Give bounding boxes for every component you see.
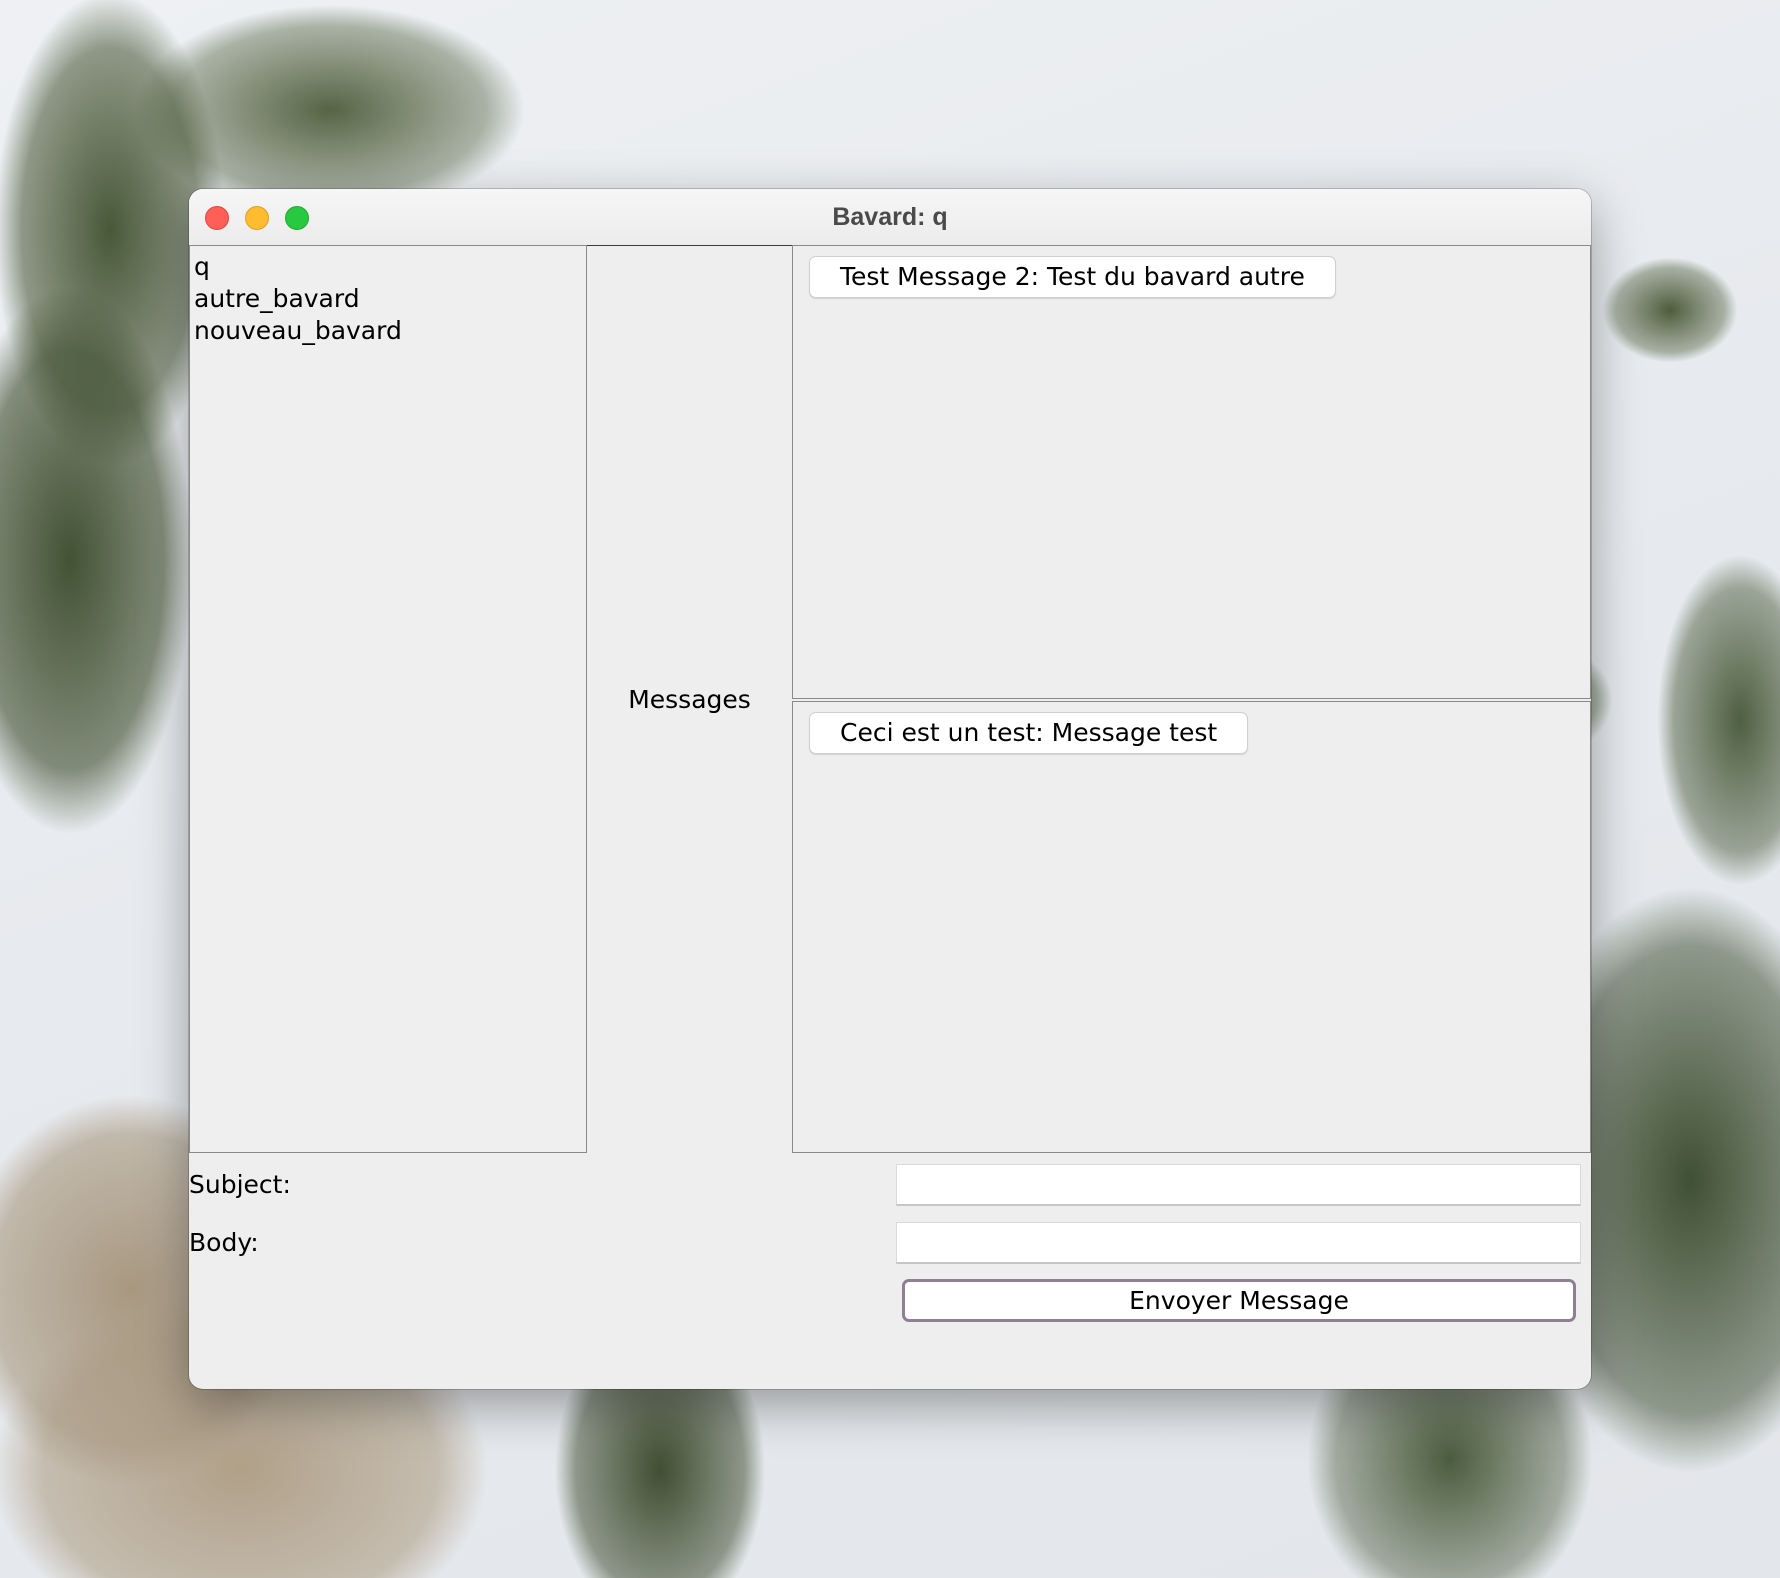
messages-label: Messages bbox=[628, 685, 751, 714]
user-list-item[interactable]: autre_bavard bbox=[194, 283, 582, 315]
window-title: Bavard: q bbox=[832, 203, 948, 231]
body-input[interactable] bbox=[896, 1222, 1581, 1264]
subject-input[interactable] bbox=[896, 1164, 1581, 1206]
message-item[interactable]: Ceci est un test: Message test bbox=[809, 712, 1249, 754]
message-panel: Ceci est un test: Message test bbox=[792, 701, 1591, 1153]
user-list: q autre_bavard nouveau_bavard bbox=[189, 245, 587, 1153]
user-list-item[interactable]: q bbox=[194, 251, 582, 283]
send-message-button[interactable]: Envoyer Message bbox=[902, 1279, 1576, 1322]
title-bar: Bavard: q bbox=[189, 189, 1591, 246]
message-item[interactable]: Test Message 2: Test du bavard autre bbox=[809, 256, 1336, 298]
subject-label: Subject: bbox=[189, 1170, 291, 1199]
body-label: Body: bbox=[189, 1228, 259, 1257]
user-list-item[interactable]: nouveau_bavard bbox=[194, 315, 582, 347]
message-panel: Test Message 2: Test du bavard autre bbox=[792, 245, 1591, 699]
app-window: Bavard: q q autre_bavard nouveau_bavard … bbox=[189, 189, 1591, 1389]
